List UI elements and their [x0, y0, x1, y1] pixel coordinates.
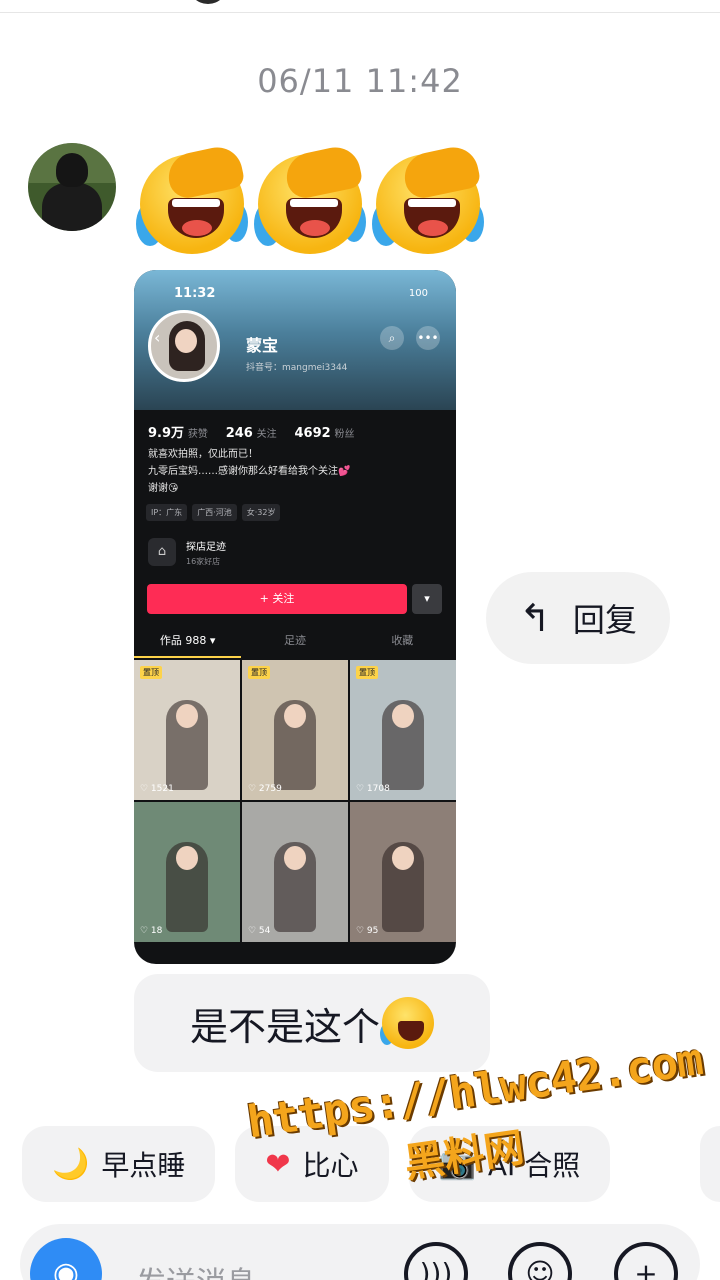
- video-thumbnail: 置顶 ♡ 2759: [242, 660, 348, 800]
- emoji-message[interactable]: [136, 142, 484, 258]
- profile-tabs: 作品 988 ▾ 足迹 收藏: [134, 632, 456, 658]
- stat-value: 9.9万: [148, 426, 185, 441]
- like-count: ♡ 2759: [248, 784, 282, 794]
- chevron-down-icon: ▾: [412, 584, 442, 614]
- reply-arrow-icon: ↰: [519, 596, 551, 640]
- bio-line: 就喜欢拍照，仅此而已！: [148, 449, 258, 460]
- back-icon: ‹: [154, 328, 161, 347]
- thumbnail-face: [176, 704, 198, 728]
- more-icon: •••: [416, 326, 440, 350]
- pinned-badge: 置顶: [140, 666, 162, 679]
- video-thumbnail: ♡ 95: [350, 802, 456, 942]
- message-timestamp: 06/11 11:42: [257, 62, 463, 100]
- laughing-crying-emoji-icon: [254, 142, 366, 258]
- like-count: ♡ 18: [140, 926, 163, 936]
- message-composer: ◉ 发送消息 ))) ☺ +: [20, 1224, 700, 1280]
- like-count: ♡ 1708: [356, 784, 390, 794]
- video-thumbnail: ♡ 18: [134, 802, 240, 942]
- stat-label: 获赞: [187, 429, 208, 440]
- video-grid: 置顶 ♡ 1521 置顶 ♡ 2759 置顶 ♡ 1708 ♡ 18 ♡ 54 ♡ 95: [134, 660, 456, 942]
- profile-bio: 就喜欢拍照，仅此而已！ 九零后宝妈……感谢你那么好看给我个关注💕 谢谢😘: [148, 446, 350, 497]
- thumbnail-face: [284, 704, 306, 728]
- profile-tags: IP：广东 广西·河池 女·32岁: [146, 504, 281, 521]
- chip-label: 早点睡: [101, 1149, 186, 1182]
- like-count: ♡ 54: [248, 926, 271, 936]
- message-input[interactable]: 发送消息: [136, 1258, 256, 1280]
- video-thumbnail: 置顶 ♡ 1521: [134, 660, 240, 800]
- reply-button[interactable]: ↰ 回复: [486, 572, 670, 664]
- search-icon: ⌕: [380, 326, 404, 350]
- reply-label: 回复: [572, 601, 637, 639]
- status-time: 11:32: [174, 286, 216, 301]
- laughing-crying-emoji-icon: [372, 142, 484, 258]
- stat-label: 关注: [256, 429, 277, 440]
- camera-icon[interactable]: ◉: [30, 1238, 102, 1280]
- pinned-badge: 置顶: [356, 666, 378, 679]
- stat-value: 4692: [294, 426, 331, 441]
- emoji-icon[interactable]: ☺: [508, 1242, 572, 1280]
- shared-profile-screenshot[interactable]: 11:32 100 ‹ 蒙宝 抖音号：mangmei3344 ⌕ ••• 9.9…: [134, 270, 456, 964]
- tab-works: 作品 988 ▾: [134, 632, 242, 658]
- tab-favorites: 收藏: [391, 634, 414, 647]
- thumbnail-face: [392, 846, 414, 870]
- like-count: ♡ 95: [356, 926, 379, 936]
- like-count: ♡ 1521: [140, 784, 174, 794]
- tab-footprints: 足迹: [283, 634, 306, 647]
- chip-sleep-early[interactable]: 🌙 早点睡: [22, 1126, 216, 1202]
- laughing-crying-emoji-icon: [136, 142, 248, 258]
- profile-name: 蒙宝: [246, 336, 279, 355]
- text-message-bubble[interactable]: 是不是这个: [134, 974, 490, 1072]
- message-text: 是不是这个: [189, 1004, 380, 1049]
- profile-tag: IP：广东: [146, 504, 188, 521]
- shop-subtitle: 16家好店: [186, 557, 221, 566]
- stat-label: 粉丝: [334, 429, 355, 440]
- follow-button: + 关注: [147, 584, 407, 614]
- shop-title: 探店足迹: [186, 542, 226, 553]
- video-thumbnail: 置顶 ♡ 1708: [350, 660, 456, 800]
- sender-avatar[interactable]: [28, 143, 116, 231]
- laughing-crying-emoji-icon: [380, 997, 434, 1049]
- thumbnail-face: [284, 846, 306, 870]
- moon-icon: 🌙: [52, 1146, 90, 1182]
- pinned-badge: 置顶: [248, 666, 270, 679]
- stat-value: 246: [225, 426, 253, 441]
- profile-uid: 抖音号：mangmei3344: [246, 363, 348, 373]
- thumbnail-face: [176, 846, 198, 870]
- top-divider: [0, 12, 720, 13]
- thumbnail-face: [392, 704, 414, 728]
- profile-stats: 9.9万 获赞 246 关注 4692 粉丝: [148, 422, 369, 441]
- bio-line: 谢谢😘: [148, 483, 179, 494]
- voice-icon[interactable]: ))): [404, 1242, 468, 1280]
- chip-overflow[interactable]: [700, 1126, 720, 1202]
- status-battery: 100: [408, 288, 428, 299]
- header-avatar-fragment: [188, 0, 228, 4]
- plus-icon[interactable]: +: [614, 1242, 678, 1280]
- profile-tag: 广西·河池: [192, 504, 237, 521]
- bio-line: 九零后宝妈……感谢你那么好看给我个关注💕: [148, 466, 351, 477]
- shop-icon: ⌂: [148, 538, 176, 566]
- video-thumbnail: ♡ 54: [242, 802, 348, 942]
- profile-tag: 女·32岁: [241, 504, 281, 521]
